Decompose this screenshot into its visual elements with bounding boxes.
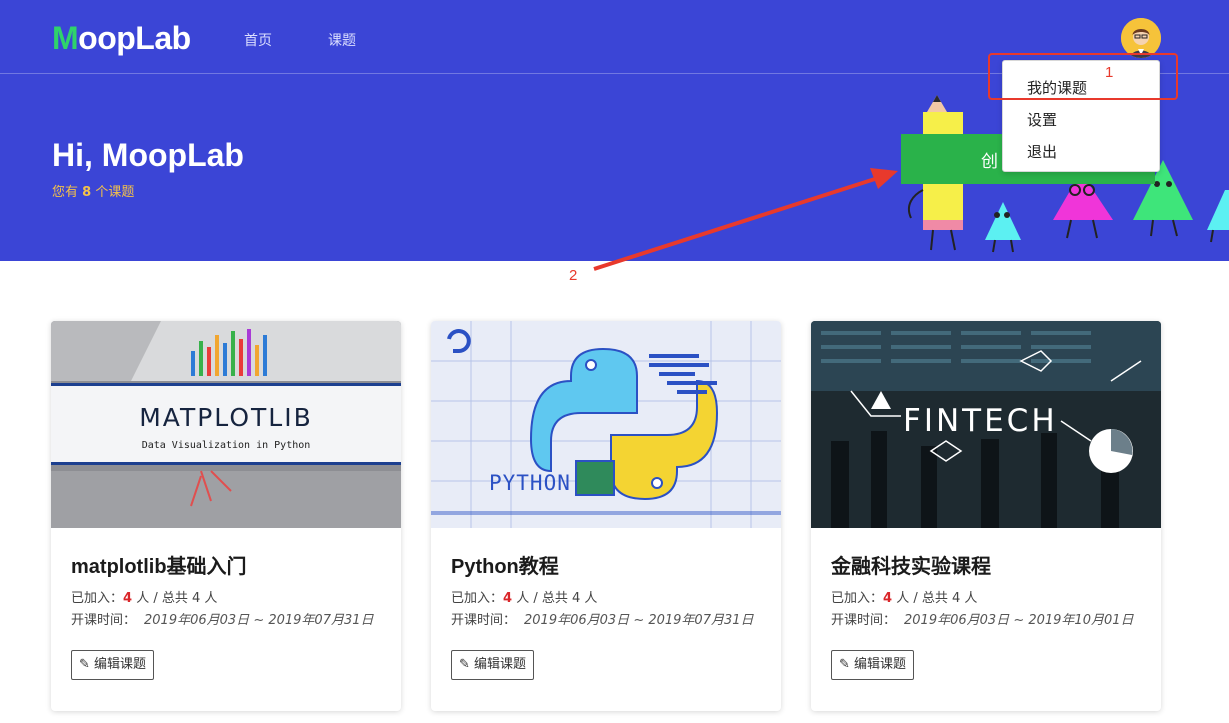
date-label: 开课时间：	[451, 613, 517, 628]
joined-count: 4	[123, 591, 133, 606]
nav-home[interactable]: 首页	[244, 30, 272, 50]
total-unit: 人	[200, 591, 218, 606]
course-thumbnail[interactable]: MATPLOTLIB Data Visualization in Python	[51, 321, 401, 528]
date-label: 开课时间：	[71, 613, 137, 628]
python-logo-image	[431, 321, 781, 528]
course-dates: 开课时间： 2019年06月03日 ~ 2019年07月31日	[451, 609, 754, 628]
joined-label: 已加入：	[831, 591, 884, 606]
thumb-title: FINTECH	[903, 403, 1058, 439]
edit-course-button[interactable]: ✎ 编辑课题	[831, 650, 915, 680]
course-thumbnail[interactable]: PYTHON	[431, 321, 781, 528]
thumb-title: PYTHON	[489, 471, 571, 495]
date-range: 2019年06月03日 ~ 2019年10月01日	[904, 613, 1134, 628]
joined-label: 已加入：	[451, 591, 504, 606]
edit-course-button[interactable]: ✎ 编辑课题	[71, 650, 155, 680]
count-suffix: 个课题	[91, 185, 135, 200]
date-range: 2019年06月03日 ~ 2019年07月31日	[144, 613, 374, 628]
course-count-text: 您有 8 个课题	[52, 181, 134, 200]
edit-course-button[interactable]: ✎ 编辑课题	[451, 650, 535, 680]
logo-initial: M	[52, 20, 79, 56]
course-count: 8	[82, 185, 92, 200]
logo[interactable]: MoopLab	[52, 20, 191, 57]
annotation-highlight-box	[988, 53, 1178, 100]
annotation-marker-1: 1	[1105, 64, 1114, 81]
thumb-title: MATPLOTLIB	[139, 403, 313, 432]
course-enrollment: 已加入：4 人 / 总共 4 人	[71, 587, 217, 606]
page: MoopLab 首页 课题 Hi, MoopLab 您有 8 个课题 创 我的课…	[0, 0, 1229, 723]
course-title[interactable]: matplotlib基础入门	[71, 550, 247, 579]
joined-label: 已加入：	[71, 591, 124, 606]
total-unit: 人	[580, 591, 598, 606]
menu-item-settings[interactable]: 设置	[1027, 109, 1057, 130]
course-enrollment: 已加入：4 人 / 总共 4 人	[451, 587, 597, 606]
annotation-marker-2: 2	[569, 267, 578, 284]
thumb-subtitle: Data Visualization in Python	[141, 440, 311, 451]
menu-item-logout[interactable]: 退出	[1027, 141, 1057, 162]
joined-count: 4	[883, 591, 893, 606]
course-dates: 开课时间： 2019年06月03日 ~ 2019年07月31日	[71, 609, 374, 628]
course-title[interactable]: Python教程	[451, 550, 559, 579]
greeting-title: Hi, MoopLab	[52, 137, 244, 173]
joined-unit: 人 / 总共	[892, 591, 952, 606]
logo-text: oopLab	[78, 20, 191, 56]
date-range: 2019年06月03日 ~ 2019年07月31日	[524, 613, 754, 628]
course-enrollment: 已加入：4 人 / 总共 4 人	[831, 587, 977, 606]
joined-unit: 人 / 总共	[132, 591, 192, 606]
user-avatar[interactable]	[1121, 18, 1161, 58]
avatar-icon	[1121, 18, 1161, 58]
nav-courses[interactable]: 课题	[328, 30, 356, 50]
course-dates: 开课时间： 2019年06月03日 ~ 2019年10月01日	[831, 609, 1134, 628]
total-unit: 人	[960, 591, 978, 606]
course-thumbnail[interactable]: FINTECH	[811, 321, 1161, 528]
count-prefix: 您有	[52, 185, 83, 200]
course-card[interactable]: PYTHON Python教程 已加入：4 人 / 总共 4 人 开课时间： 20…	[431, 321, 781, 711]
course-card[interactable]: FINTECH 金融科技实验课程 已加入：4 人 / 总共 4 人 开课时间： 2…	[811, 321, 1161, 711]
course-card[interactable]: MATPLOTLIB Data Visualization in Python …	[51, 321, 401, 711]
joined-unit: 人 / 总共	[512, 591, 572, 606]
joined-count: 4	[503, 591, 513, 606]
course-title[interactable]: 金融科技实验课程	[831, 550, 991, 579]
date-label: 开课时间：	[831, 613, 897, 628]
